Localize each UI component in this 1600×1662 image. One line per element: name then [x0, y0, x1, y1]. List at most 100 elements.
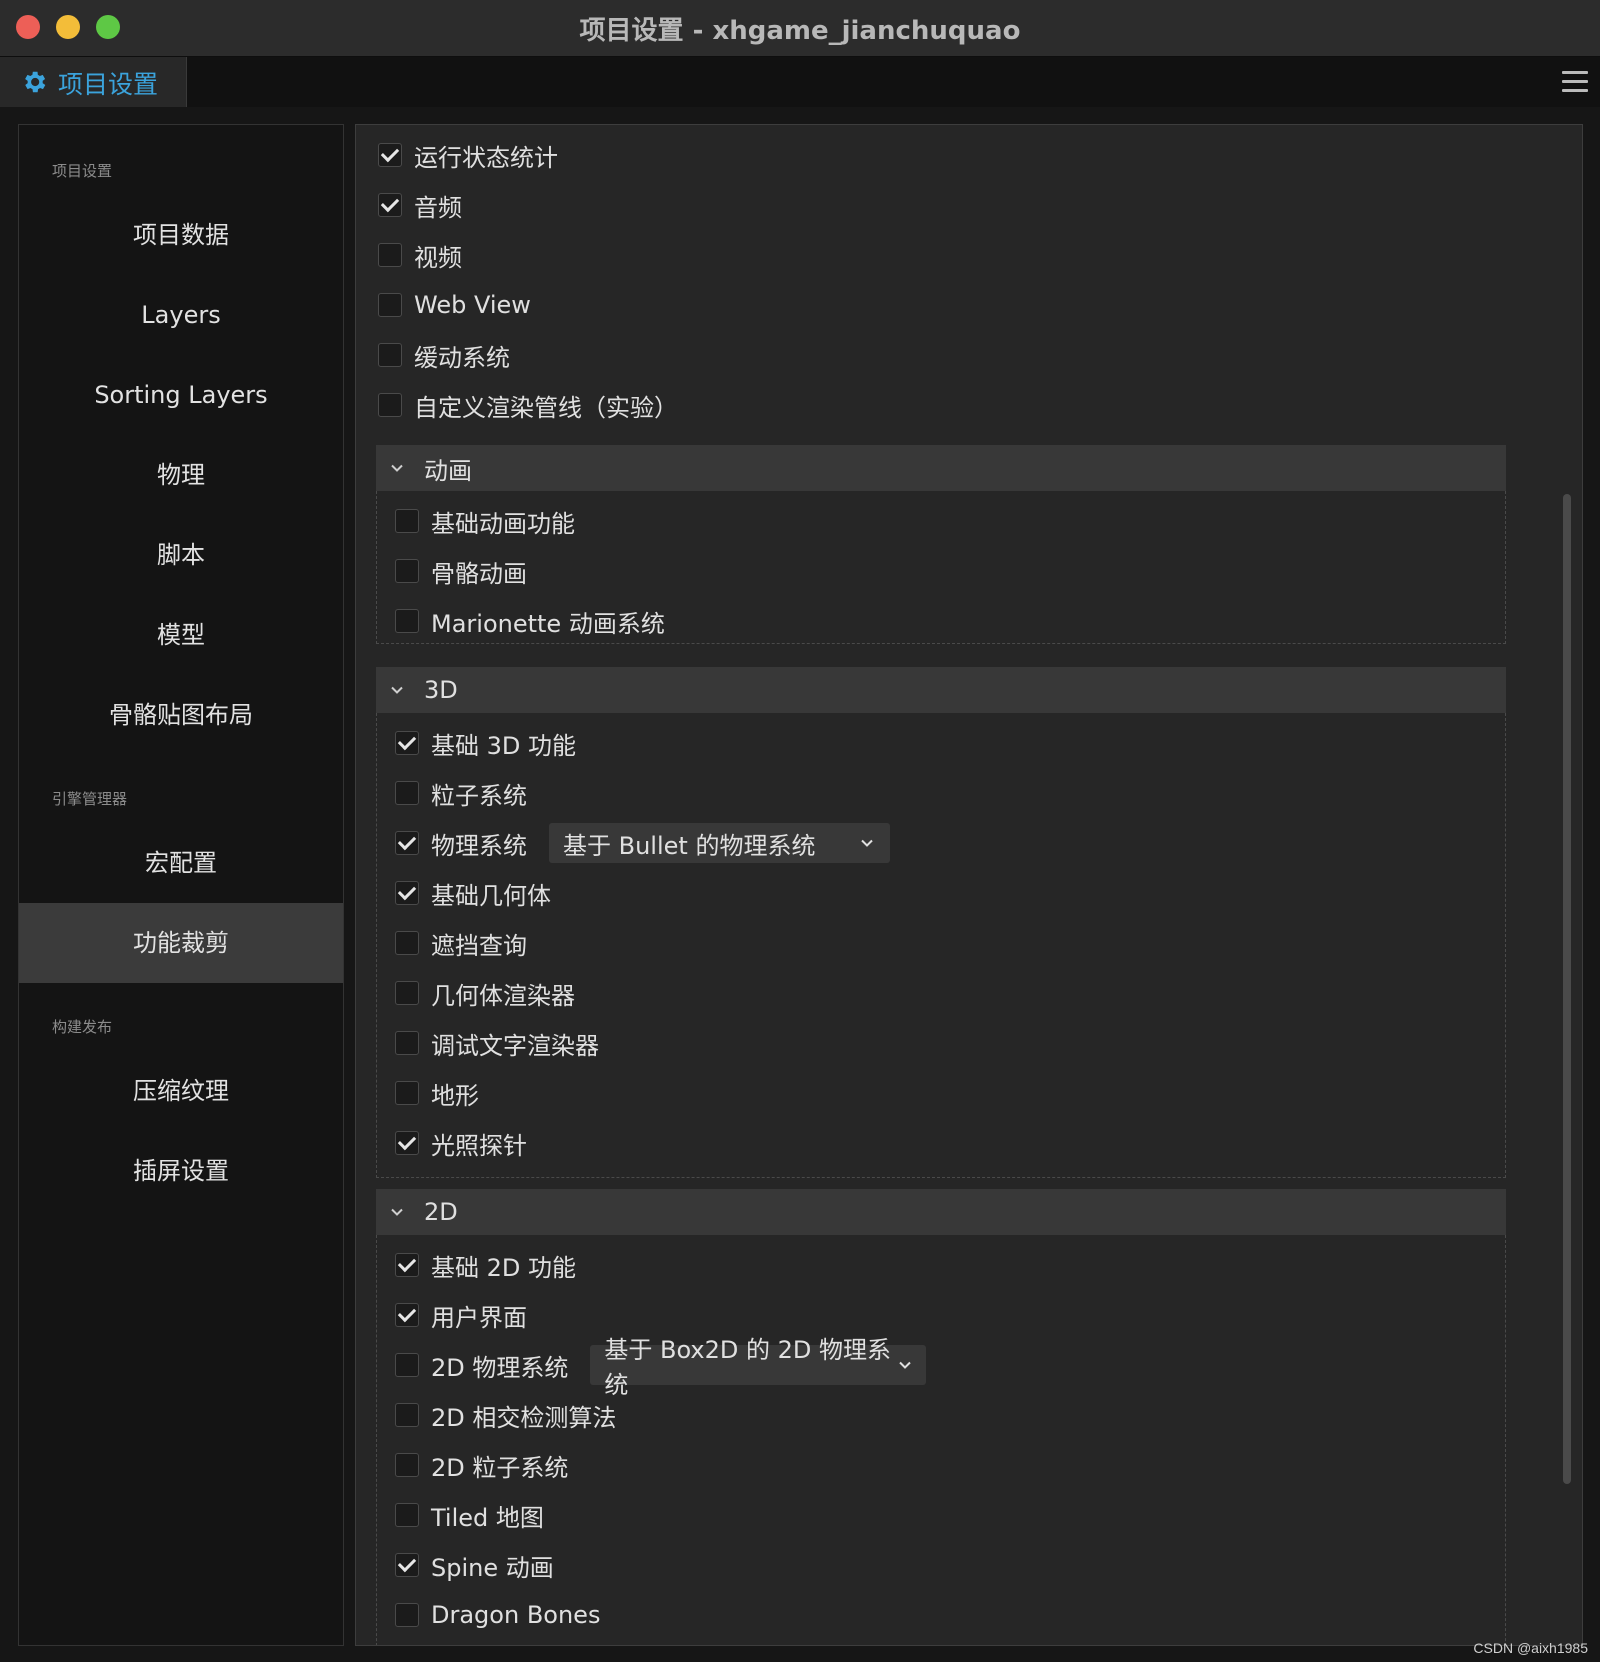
feature-checkbox-row[interactable]: 运行状态统计: [378, 135, 558, 175]
group-header-animation[interactable]: 动画: [376, 445, 1506, 491]
checkbox[interactable]: [395, 609, 419, 633]
window-title: 项目设置 - xhgame_jianchuquao: [579, 16, 1021, 46]
checkbox[interactable]: [395, 1503, 419, 1527]
sidebar-item-macros[interactable]: 宏配置: [19, 823, 343, 903]
feature-label: Dragon Bones: [431, 1601, 601, 1629]
feature-checkbox-row[interactable]: 音频: [378, 185, 462, 225]
physics-engine-select[interactable]: 基于 Bullet 的物理系统: [549, 823, 890, 863]
sidebar-section-title: 构建发布: [52, 1018, 113, 1036]
checkbox[interactable]: [395, 831, 419, 855]
checkbox[interactable]: [378, 143, 402, 167]
feature-label: 2D 粒子系统: [431, 1453, 569, 1482]
feature-checkbox-row[interactable]: 粒子系统: [395, 773, 527, 813]
checkbox[interactable]: [395, 931, 419, 955]
feature-checkbox-row[interactable]: 基础动画功能: [395, 501, 575, 541]
checkbox[interactable]: [395, 1403, 419, 1427]
feature-checkbox-row[interactable]: 2D 相交检测算法: [395, 1395, 616, 1435]
feature-label: 粒子系统: [431, 781, 527, 810]
checkbox[interactable]: [395, 1553, 419, 1577]
feature-label: 2D 相交检测算法: [431, 1403, 617, 1432]
feature-checkbox-row[interactable]: 基础 3D 功能: [395, 723, 576, 763]
feature-checkbox-row[interactable]: 缓动系统: [378, 335, 510, 375]
feature-label: 音频: [414, 193, 462, 222]
checkbox[interactable]: [395, 1453, 419, 1477]
feature-checkbox-row[interactable]: 基础 2D 功能: [395, 1245, 576, 1285]
feature-label: 骨骼动画: [431, 559, 527, 588]
checkbox[interactable]: [395, 781, 419, 805]
physics-2d-engine-select[interactable]: 基于 Box2D 的 2D 物理系统: [590, 1336, 927, 1399]
feature-checkbox-row[interactable]: Spine 动画: [395, 1545, 554, 1585]
checkbox[interactable]: [395, 881, 419, 905]
sidebar-item-scripts[interactable]: 脚本: [19, 515, 343, 595]
feature-checkbox-row[interactable]: 物理系统 基于 Bullet 的物理系统: [395, 823, 890, 863]
feature-checkbox-row[interactable]: 视频: [378, 235, 462, 275]
feature-checkbox-row[interactable]: 几何体渲染器: [395, 973, 575, 1013]
checkbox[interactable]: [378, 343, 402, 367]
feature-label: 几何体渲染器: [431, 981, 575, 1010]
feature-checkbox-row[interactable]: 基础几何体: [395, 873, 551, 913]
feature-label: 调试文字渲染器: [431, 1031, 599, 1060]
feature-checkbox-row[interactable]: 光照探针: [395, 1123, 527, 1163]
feature-label: 遮挡查询: [431, 931, 527, 960]
checkbox[interactable]: [378, 243, 402, 267]
hamburger-menu-icon[interactable]: [1562, 71, 1588, 93]
checkbox[interactable]: [395, 731, 419, 755]
feature-checkbox-row[interactable]: 用户界面: [395, 1295, 527, 1335]
feature-label: 基础几何体: [431, 881, 551, 910]
checkbox[interactable]: [395, 1081, 419, 1105]
sidebar-item-models[interactable]: 模型: [19, 595, 343, 675]
sidebar-item-project-data[interactable]: 项目数据: [19, 195, 343, 275]
checkbox[interactable]: [378, 393, 402, 417]
checkbox[interactable]: [395, 509, 419, 533]
checkbox[interactable]: [395, 1303, 419, 1327]
feature-checkbox-row[interactable]: 2D 物理系统 基于 Box2D 的 2D 物理系统: [395, 1336, 927, 1399]
feature-checkbox-row[interactable]: 2D 粒子系统: [395, 1445, 568, 1485]
feature-label: 光照探针: [431, 1131, 527, 1160]
feature-checkbox-row[interactable]: 自定义渲染管线（实验）: [378, 385, 678, 425]
feature-checkbox-row[interactable]: 地形: [395, 1073, 479, 1113]
feature-checkbox-row[interactable]: 调试文字渲染器: [395, 1023, 599, 1063]
sidebar-item-feature-crop[interactable]: 功能裁剪: [19, 903, 343, 983]
checkbox[interactable]: [395, 559, 419, 583]
chevron-down-icon: [861, 839, 873, 847]
feature-label: Tiled 地图: [431, 1503, 544, 1532]
feature-label: 基础 2D 功能: [431, 1253, 577, 1282]
project-settings-window: 项目设置 - xhgame_jianchuquao 项目设置 项目设置 项目数据…: [0, 0, 1600, 1662]
feature-checkbox-row[interactable]: Marionette 动画系统: [395, 601, 665, 641]
feature-label: 基础动画功能: [431, 509, 575, 538]
feature-checkbox-row[interactable]: Web View: [378, 285, 531, 325]
sidebar-item-sorting-layers[interactable]: Sorting Layers: [19, 355, 343, 435]
checkbox[interactable]: [395, 1603, 419, 1627]
sidebar-item-compress-texture[interactable]: 压缩纹理: [19, 1051, 343, 1131]
checkbox[interactable]: [395, 1253, 419, 1277]
checkbox[interactable]: [395, 1031, 419, 1055]
sidebar-section-title: 引擎管理器: [52, 790, 128, 808]
sidebar-item-layers[interactable]: Layers: [19, 275, 343, 355]
checkbox[interactable]: [395, 981, 419, 1005]
feature-label: 物理系统: [431, 831, 527, 860]
feature-label: 自定义渲染管线（实验）: [414, 393, 678, 422]
group-header-3d[interactable]: 3D: [376, 667, 1506, 713]
feature-checkbox-row[interactable]: Dragon Bones: [395, 1595, 600, 1635]
sidebar-item-splash-settings[interactable]: 插屏设置: [19, 1131, 343, 1211]
checkbox[interactable]: [378, 193, 402, 217]
feature-checkbox-row[interactable]: 遮挡查询: [395, 923, 527, 963]
chevron-down-icon: [391, 464, 403, 472]
feature-checkbox-row[interactable]: Tiled 地图: [395, 1495, 544, 1535]
sidebar-item-physics[interactable]: 物理: [19, 435, 343, 515]
sidebar-item-skeleton-atlas[interactable]: 骨骼贴图布局: [19, 675, 343, 755]
checkbox[interactable]: [395, 1353, 419, 1377]
feature-label: 地形: [431, 1081, 479, 1110]
tab-project-settings[interactable]: 项目设置: [0, 57, 187, 107]
panel-scrollbar[interactable]: [1563, 494, 1571, 1484]
sidebar: 项目设置 项目数据 Layers Sorting Layers 物理 脚本 模型…: [18, 124, 344, 1646]
group-header-2d[interactable]: 2D: [376, 1189, 1506, 1235]
feature-label: Marionette 动画系统: [431, 609, 665, 638]
feature-checkbox-row[interactable]: 骨骼动画: [395, 551, 527, 591]
title-bar: 项目设置 - xhgame_jianchuquao: [0, 0, 1600, 57]
feature-crop-panel: 运行状态统计 音频 视频 Web View 缓动系统 自定义渲染管线（实验） 动…: [355, 124, 1583, 1646]
chevron-down-icon: [391, 1208, 403, 1216]
feature-label: 运行状态统计: [414, 143, 558, 172]
checkbox[interactable]: [378, 293, 402, 317]
checkbox[interactable]: [395, 1131, 419, 1155]
